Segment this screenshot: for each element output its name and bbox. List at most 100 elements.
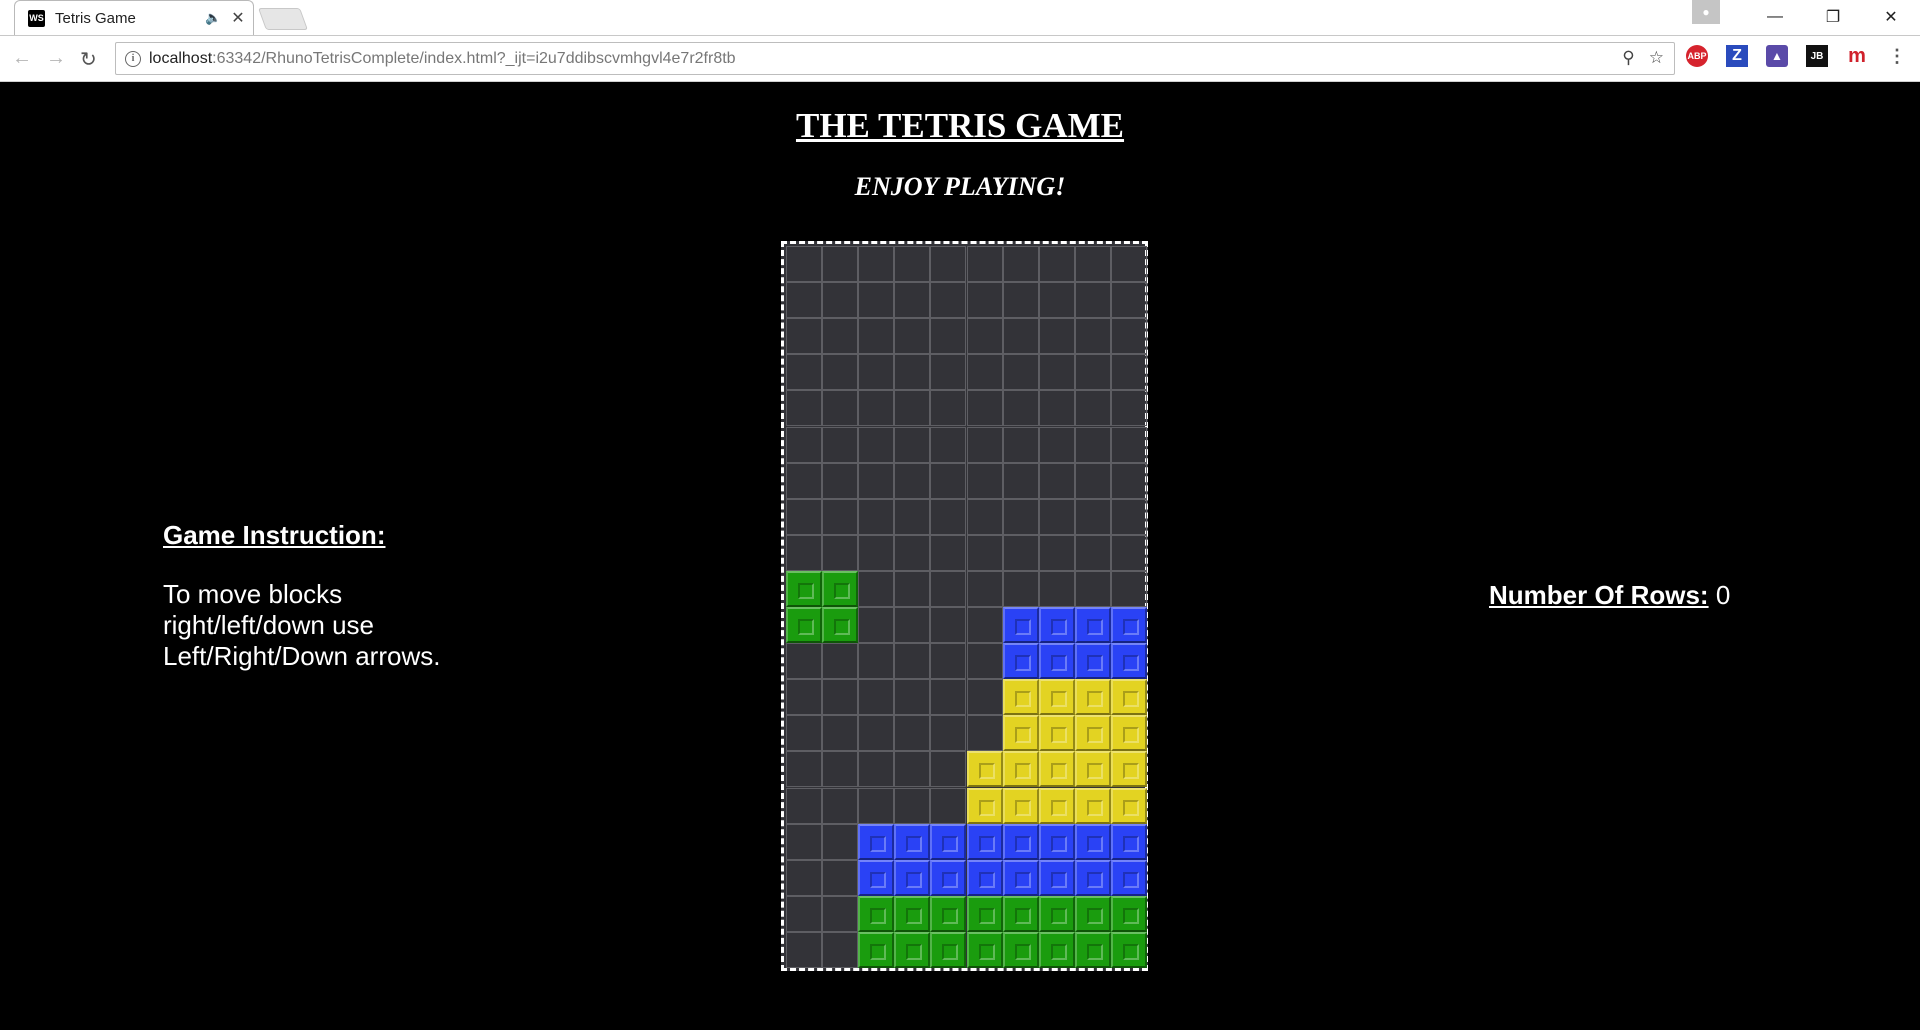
back-arrow-icon[interactable]: ← [12, 47, 32, 70]
tetris-block [1002, 895, 1039, 932]
tetris-block [1038, 823, 1075, 860]
grid-cell [1038, 462, 1075, 499]
grid-cell [786, 426, 822, 463]
grid-cell [1002, 462, 1039, 499]
minimize-icon[interactable]: — [1746, 0, 1804, 34]
grid-cell [1074, 570, 1111, 607]
grid-cell [858, 498, 895, 535]
tetris-block [894, 823, 931, 860]
instructions-line: right/left/down use [163, 610, 375, 640]
tetris-block [1002, 715, 1039, 752]
grid-cell [822, 282, 859, 319]
browser-tab-strip: WS Tetris Game 🔈 ✕ ● — ❐ ✕ [0, 0, 1920, 36]
menu-dots-icon[interactable]: ⋮ [1886, 45, 1908, 67]
restore-icon[interactable]: ❐ [1804, 0, 1862, 34]
tetris-block [930, 823, 967, 860]
grid-cell [930, 354, 967, 391]
tetris-block [1038, 751, 1075, 788]
grid-cell [822, 462, 859, 499]
tetris-block [1002, 787, 1039, 824]
grid-cell [1110, 354, 1147, 391]
info-icon[interactable]: i [125, 50, 141, 67]
speaker-icon[interactable]: 🔈 [205, 10, 221, 26]
grid-cell [786, 643, 822, 680]
tetris-block [1074, 787, 1111, 824]
grid-cell [894, 607, 931, 643]
page-subtitle: ENJOY PLAYING! [854, 172, 1066, 201]
star-bookmark-icon[interactable]: ☆ [1649, 48, 1664, 68]
tetris-block [894, 895, 931, 932]
grid-cell [1002, 354, 1039, 391]
grid-cell [1110, 426, 1147, 463]
tetris-block [966, 895, 1003, 932]
grid-cell [858, 570, 895, 607]
grid-cell [858, 426, 895, 463]
grid-cell [822, 679, 859, 716]
grid-cell [1038, 282, 1075, 319]
grid-cell [1110, 282, 1147, 319]
tetris-block [930, 895, 967, 932]
grid-cell [966, 354, 1003, 391]
tetris-block [786, 607, 822, 643]
browser-toolbar: ← → ↻ i localhost:63342/RhunoTetrisCompl… [0, 35, 1920, 82]
grid-cell [858, 607, 895, 643]
tetris-block [1110, 643, 1147, 680]
map-extension-icon[interactable]: ▲ [1766, 45, 1788, 67]
grid-cell [822, 534, 859, 571]
grid-cell [966, 246, 1003, 282]
tetris-block [894, 859, 931, 896]
grid-cell [894, 679, 931, 716]
tetris-block [1074, 931, 1111, 968]
grid-cell [930, 787, 967, 824]
m-extension-icon[interactable]: m [1846, 45, 1868, 67]
grid-cell [1002, 318, 1039, 355]
grid-cell [822, 823, 859, 860]
tetris-block [1074, 823, 1111, 860]
grid-cell [894, 390, 931, 427]
jetbrains-icon[interactable]: JB [1806, 45, 1828, 67]
tetris-block [1110, 751, 1147, 788]
profile-icon[interactable]: ● [1692, 0, 1720, 24]
tetris-block [1038, 895, 1075, 932]
tetris-grid [786, 246, 1147, 970]
grid-cell [894, 462, 931, 499]
reload-icon[interactable]: ↻ [80, 47, 97, 72]
grid-cell [822, 318, 859, 355]
grid-cell [786, 354, 822, 391]
tetris-block [858, 823, 895, 860]
address-bar[interactable]: i localhost:63342/RhunoTetrisComplete/in… [115, 42, 1675, 75]
close-window-icon[interactable]: ✕ [1862, 0, 1920, 34]
tetris-block [966, 751, 1003, 788]
close-icon[interactable]: ✕ [231, 8, 244, 28]
instructions-line: To move blocks [163, 579, 343, 609]
grid-cell [1002, 282, 1039, 319]
adblock-icon[interactable]: ABP [1686, 45, 1708, 67]
tetris-block [1074, 643, 1111, 680]
grid-cell [966, 498, 1003, 535]
tetris-block [1002, 679, 1039, 716]
tetris-block [858, 931, 895, 968]
grid-cell [822, 787, 859, 824]
grid-cell [930, 643, 967, 680]
grid-cell [858, 318, 895, 355]
grid-cell [858, 715, 895, 752]
forward-arrow-icon[interactable]: → [46, 47, 66, 70]
tetris-block [1074, 715, 1111, 752]
tetris-block [966, 823, 1003, 860]
zotero-icon[interactable]: Z [1726, 45, 1748, 67]
tetris-block [1002, 643, 1039, 680]
grid-cell [822, 751, 859, 788]
grid-cell [1074, 318, 1111, 355]
grid-cell [1074, 426, 1111, 463]
browser-tab-content[interactable]: WS Tetris Game 🔈 ✕ [14, 0, 254, 36]
grid-cell [1038, 246, 1075, 282]
new-tab-button[interactable] [257, 8, 309, 30]
tetris-board[interactable] [781, 241, 1148, 971]
tetris-block [1038, 859, 1075, 896]
grid-cell [822, 246, 859, 282]
url-text[interactable]: localhost:63342/RhunoTetrisComplete/inde… [149, 50, 736, 68]
grid-cell [786, 895, 822, 932]
grid-cell [1074, 354, 1111, 391]
zoom-icon[interactable]: ⚲ [1622, 48, 1634, 68]
grid-cell [858, 751, 895, 788]
